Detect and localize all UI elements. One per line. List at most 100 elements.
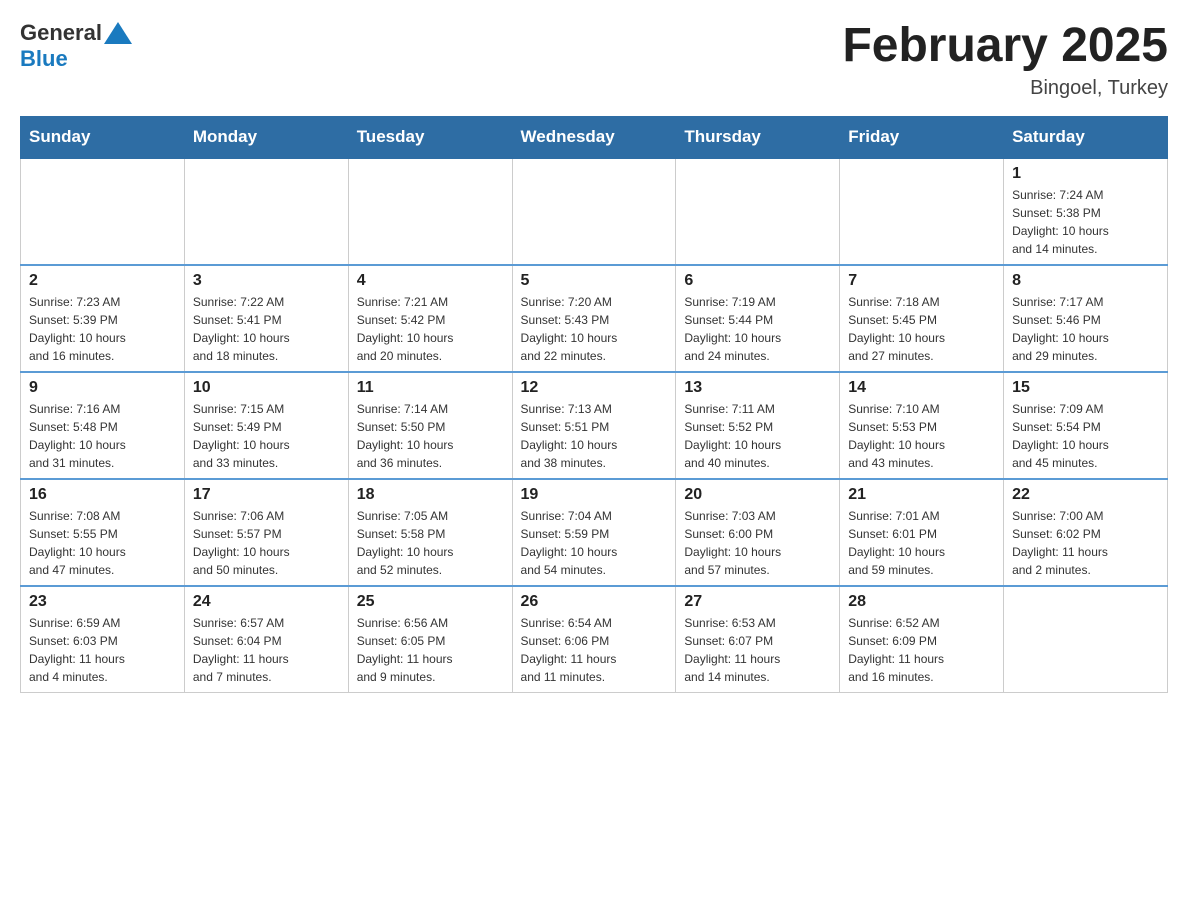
calendar-cell: 24 Sunrise: 6:57 AM Sunset: 6:04 PM Dayli… <box>184 586 348 693</box>
day-number: 27 <box>684 593 831 611</box>
day-number: 16 <box>29 486 176 504</box>
day-info: Sunrise: 7:00 AM Sunset: 6:02 PM Dayligh… <box>1012 507 1159 579</box>
day-info: Sunrise: 6:52 AM Sunset: 6:09 PM Dayligh… <box>848 614 995 686</box>
calendar-day-header: Saturday <box>1004 116 1168 158</box>
calendar-header-row: SundayMondayTuesdayWednesdayThursdayFrid… <box>21 116 1168 158</box>
day-info: Sunrise: 7:24 AM Sunset: 5:38 PM Dayligh… <box>1012 186 1159 258</box>
day-number: 13 <box>684 379 831 397</box>
main-title: February 2025 <box>842 20 1168 73</box>
calendar-cell: 20 Sunrise: 7:03 AM Sunset: 6:00 PM Dayli… <box>676 479 840 586</box>
calendar-cell <box>184 158 348 265</box>
day-info: Sunrise: 7:06 AM Sunset: 5:57 PM Dayligh… <box>193 507 340 579</box>
day-info: Sunrise: 7:09 AM Sunset: 5:54 PM Dayligh… <box>1012 400 1159 472</box>
day-number: 9 <box>29 379 176 397</box>
day-number: 5 <box>521 272 668 290</box>
day-info: Sunrise: 7:05 AM Sunset: 5:58 PM Dayligh… <box>357 507 504 579</box>
calendar-cell: 12Sunrise: 7:13 AM Sunset: 5:51 PM Dayli… <box>512 372 676 479</box>
day-number: 3 <box>193 272 340 290</box>
day-info: Sunrise: 7:21 AM Sunset: 5:42 PM Dayligh… <box>357 293 504 365</box>
calendar-week-row: 9 Sunrise: 7:16 AM Sunset: 5:48 PM Daylig… <box>21 372 1168 479</box>
calendar-cell: 5 Sunrise: 7:20 AM Sunset: 5:43 PM Daylig… <box>512 265 676 372</box>
day-info: Sunrise: 6:54 AM Sunset: 6:06 PM Dayligh… <box>521 614 668 686</box>
day-number: 2 <box>29 272 176 290</box>
calendar-cell: 1 Sunrise: 7:24 AM Sunset: 5:38 PM Daylig… <box>1004 158 1168 265</box>
calendar-cell: 17 Sunrise: 7:06 AM Sunset: 5:57 PM Dayli… <box>184 479 348 586</box>
calendar-cell: 10 Sunrise: 7:15 AM Sunset: 5:49 PM Dayli… <box>184 372 348 479</box>
day-number: 17 <box>193 486 340 504</box>
day-number: 1 <box>1012 165 1159 183</box>
day-info: Sunrise: 7:17 AM Sunset: 5:46 PM Dayligh… <box>1012 293 1159 365</box>
calendar-week-row: 2 Sunrise: 7:23 AM Sunset: 5:39 PM Daylig… <box>21 265 1168 372</box>
calendar-cell: 6 Sunrise: 7:19 AM Sunset: 5:44 PM Daylig… <box>676 265 840 372</box>
day-number: 7 <box>848 272 995 290</box>
day-number: 25 <box>357 593 504 611</box>
day-number: 20 <box>684 486 831 504</box>
calendar-cell <box>348 158 512 265</box>
day-info: Sunrise: 7:11 AM Sunset: 5:52 PM Dayligh… <box>684 400 831 472</box>
logo-blue-text: Blue <box>20 46 68 72</box>
day-info: Sunrise: 6:53 AM Sunset: 6:07 PM Dayligh… <box>684 614 831 686</box>
calendar-day-header: Wednesday <box>512 116 676 158</box>
calendar-cell <box>21 158 185 265</box>
calendar-cell: 28 Sunrise: 6:52 AM Sunset: 6:09 PM Dayli… <box>840 586 1004 693</box>
calendar-cell: 7 Sunrise: 7:18 AM Sunset: 5:45 PM Daylig… <box>840 265 1004 372</box>
day-number: 28 <box>848 593 995 611</box>
calendar-cell <box>840 158 1004 265</box>
day-info: Sunrise: 7:15 AM Sunset: 5:49 PM Dayligh… <box>193 400 340 472</box>
day-number: 6 <box>684 272 831 290</box>
day-info: Sunrise: 7:10 AM Sunset: 5:53 PM Dayligh… <box>848 400 995 472</box>
day-info: Sunrise: 7:04 AM Sunset: 5:59 PM Dayligh… <box>521 507 668 579</box>
calendar-day-header: Friday <box>840 116 1004 158</box>
calendar-cell: 27 Sunrise: 6:53 AM Sunset: 6:07 PM Dayli… <box>676 586 840 693</box>
day-number: 24 <box>193 593 340 611</box>
calendar-cell <box>1004 586 1168 693</box>
calendar-cell: 8 Sunrise: 7:17 AM Sunset: 5:46 PM Daylig… <box>1004 265 1168 372</box>
calendar-cell: 16 Sunrise: 7:08 AM Sunset: 5:55 PM Dayli… <box>21 479 185 586</box>
day-number: 8 <box>1012 272 1159 290</box>
day-info: Sunrise: 7:20 AM Sunset: 5:43 PM Dayligh… <box>521 293 668 365</box>
day-number: 26 <box>521 593 668 611</box>
calendar-day-header: Tuesday <box>348 116 512 158</box>
day-info: Sunrise: 7:01 AM Sunset: 6:01 PM Dayligh… <box>848 507 995 579</box>
day-info: Sunrise: 6:57 AM Sunset: 6:04 PM Dayligh… <box>193 614 340 686</box>
day-info: Sunrise: 7:23 AM Sunset: 5:39 PM Dayligh… <box>29 293 176 365</box>
calendar-cell <box>512 158 676 265</box>
calendar-cell: 13 Sunrise: 7:11 AM Sunset: 5:52 PM Dayli… <box>676 372 840 479</box>
calendar-cell: 15 Sunrise: 7:09 AM Sunset: 5:54 PM Dayli… <box>1004 372 1168 479</box>
calendar-cell: 11 Sunrise: 7:14 AM Sunset: 5:50 PM Dayli… <box>348 372 512 479</box>
day-number: 18 <box>357 486 504 504</box>
day-info: Sunrise: 7:22 AM Sunset: 5:41 PM Dayligh… <box>193 293 340 365</box>
calendar-week-row: 16 Sunrise: 7:08 AM Sunset: 5:55 PM Dayli… <box>21 479 1168 586</box>
calendar-cell: 26 Sunrise: 6:54 AM Sunset: 6:06 PM Dayli… <box>512 586 676 693</box>
day-number: 4 <box>357 272 504 290</box>
calendar-day-header: Sunday <box>21 116 185 158</box>
day-number: 14 <box>848 379 995 397</box>
calendar-cell: 21Sunrise: 7:01 AM Sunset: 6:01 PM Dayli… <box>840 479 1004 586</box>
day-number: 15 <box>1012 379 1159 397</box>
day-number: 23 <box>29 593 176 611</box>
logo: General Blue <box>20 20 132 72</box>
day-number: 10 <box>193 379 340 397</box>
day-info: Sunrise: 7:14 AM Sunset: 5:50 PM Dayligh… <box>357 400 504 472</box>
day-number: 11 <box>357 379 504 397</box>
day-info: Sunrise: 7:08 AM Sunset: 5:55 PM Dayligh… <box>29 507 176 579</box>
location-subtitle: Bingoel, Turkey <box>842 77 1168 100</box>
calendar-day-header: Monday <box>184 116 348 158</box>
day-info: Sunrise: 7:03 AM Sunset: 6:00 PM Dayligh… <box>684 507 831 579</box>
day-info: Sunrise: 7:18 AM Sunset: 5:45 PM Dayligh… <box>848 293 995 365</box>
day-number: 12 <box>521 379 668 397</box>
logo-general-text: General <box>20 20 102 46</box>
day-info: Sunrise: 7:19 AM Sunset: 5:44 PM Dayligh… <box>684 293 831 365</box>
day-number: 22 <box>1012 486 1159 504</box>
page-header: General Blue February 2025 Bingoel, Turk… <box>20 20 1168 100</box>
calendar-cell: 25 Sunrise: 6:56 AM Sunset: 6:05 PM Dayli… <box>348 586 512 693</box>
calendar-cell: 14 Sunrise: 7:10 AM Sunset: 5:53 PM Dayli… <box>840 372 1004 479</box>
day-info: Sunrise: 6:56 AM Sunset: 6:05 PM Dayligh… <box>357 614 504 686</box>
calendar-cell: 18 Sunrise: 7:05 AM Sunset: 5:58 PM Dayli… <box>348 479 512 586</box>
calendar-cell <box>676 158 840 265</box>
calendar-day-header: Thursday <box>676 116 840 158</box>
day-info: Sunrise: 7:16 AM Sunset: 5:48 PM Dayligh… <box>29 400 176 472</box>
calendar-week-row: 23Sunrise: 6:59 AM Sunset: 6:03 PM Dayli… <box>21 586 1168 693</box>
calendar-cell: 22 Sunrise: 7:00 AM Sunset: 6:02 PM Dayli… <box>1004 479 1168 586</box>
calendar-cell: 3 Sunrise: 7:22 AM Sunset: 5:41 PM Daylig… <box>184 265 348 372</box>
